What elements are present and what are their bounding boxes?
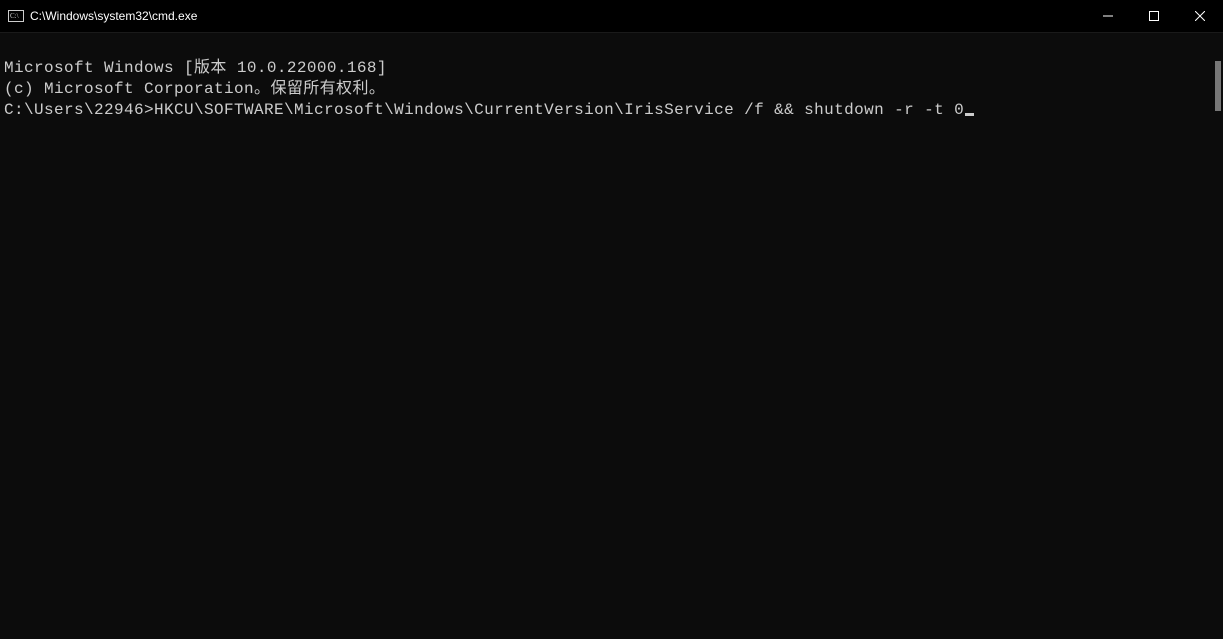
terminal-content: Microsoft Windows [版本 10.0.22000.168](c)…: [0, 33, 1223, 163]
terminal-command-line: C:\Users\22946>HKCU\SOFTWARE\Microsoft\W…: [4, 100, 1223, 121]
window-title: C:\Windows\system32\cmd.exe: [30, 9, 1085, 23]
minimize-button[interactable]: [1085, 0, 1131, 32]
terminal-area[interactable]: Microsoft Windows [版本 10.0.22000.168](c)…: [0, 33, 1223, 639]
terminal-command: HKCU\SOFTWARE\Microsoft\Windows\CurrentV…: [154, 101, 964, 119]
scrollbar-thumb[interactable]: [1215, 61, 1221, 111]
terminal-line: (c) Microsoft Corporation。保留所有权利。: [4, 79, 1223, 100]
cmd-icon: C:\: [8, 8, 24, 24]
terminal-line: Microsoft Windows [版本 10.0.22000.168]: [4, 58, 1223, 79]
maximize-button[interactable]: [1131, 0, 1177, 32]
window-controls: [1085, 0, 1223, 32]
terminal-prompt: C:\Users\22946>: [4, 101, 154, 119]
close-button[interactable]: [1177, 0, 1223, 32]
window-titlebar[interactable]: C:\ C:\Windows\system32\cmd.exe: [0, 0, 1223, 33]
terminal-cursor: [965, 113, 974, 116]
scrollbar-track[interactable]: [1209, 33, 1221, 639]
svg-text:C:\: C:\: [10, 12, 19, 20]
